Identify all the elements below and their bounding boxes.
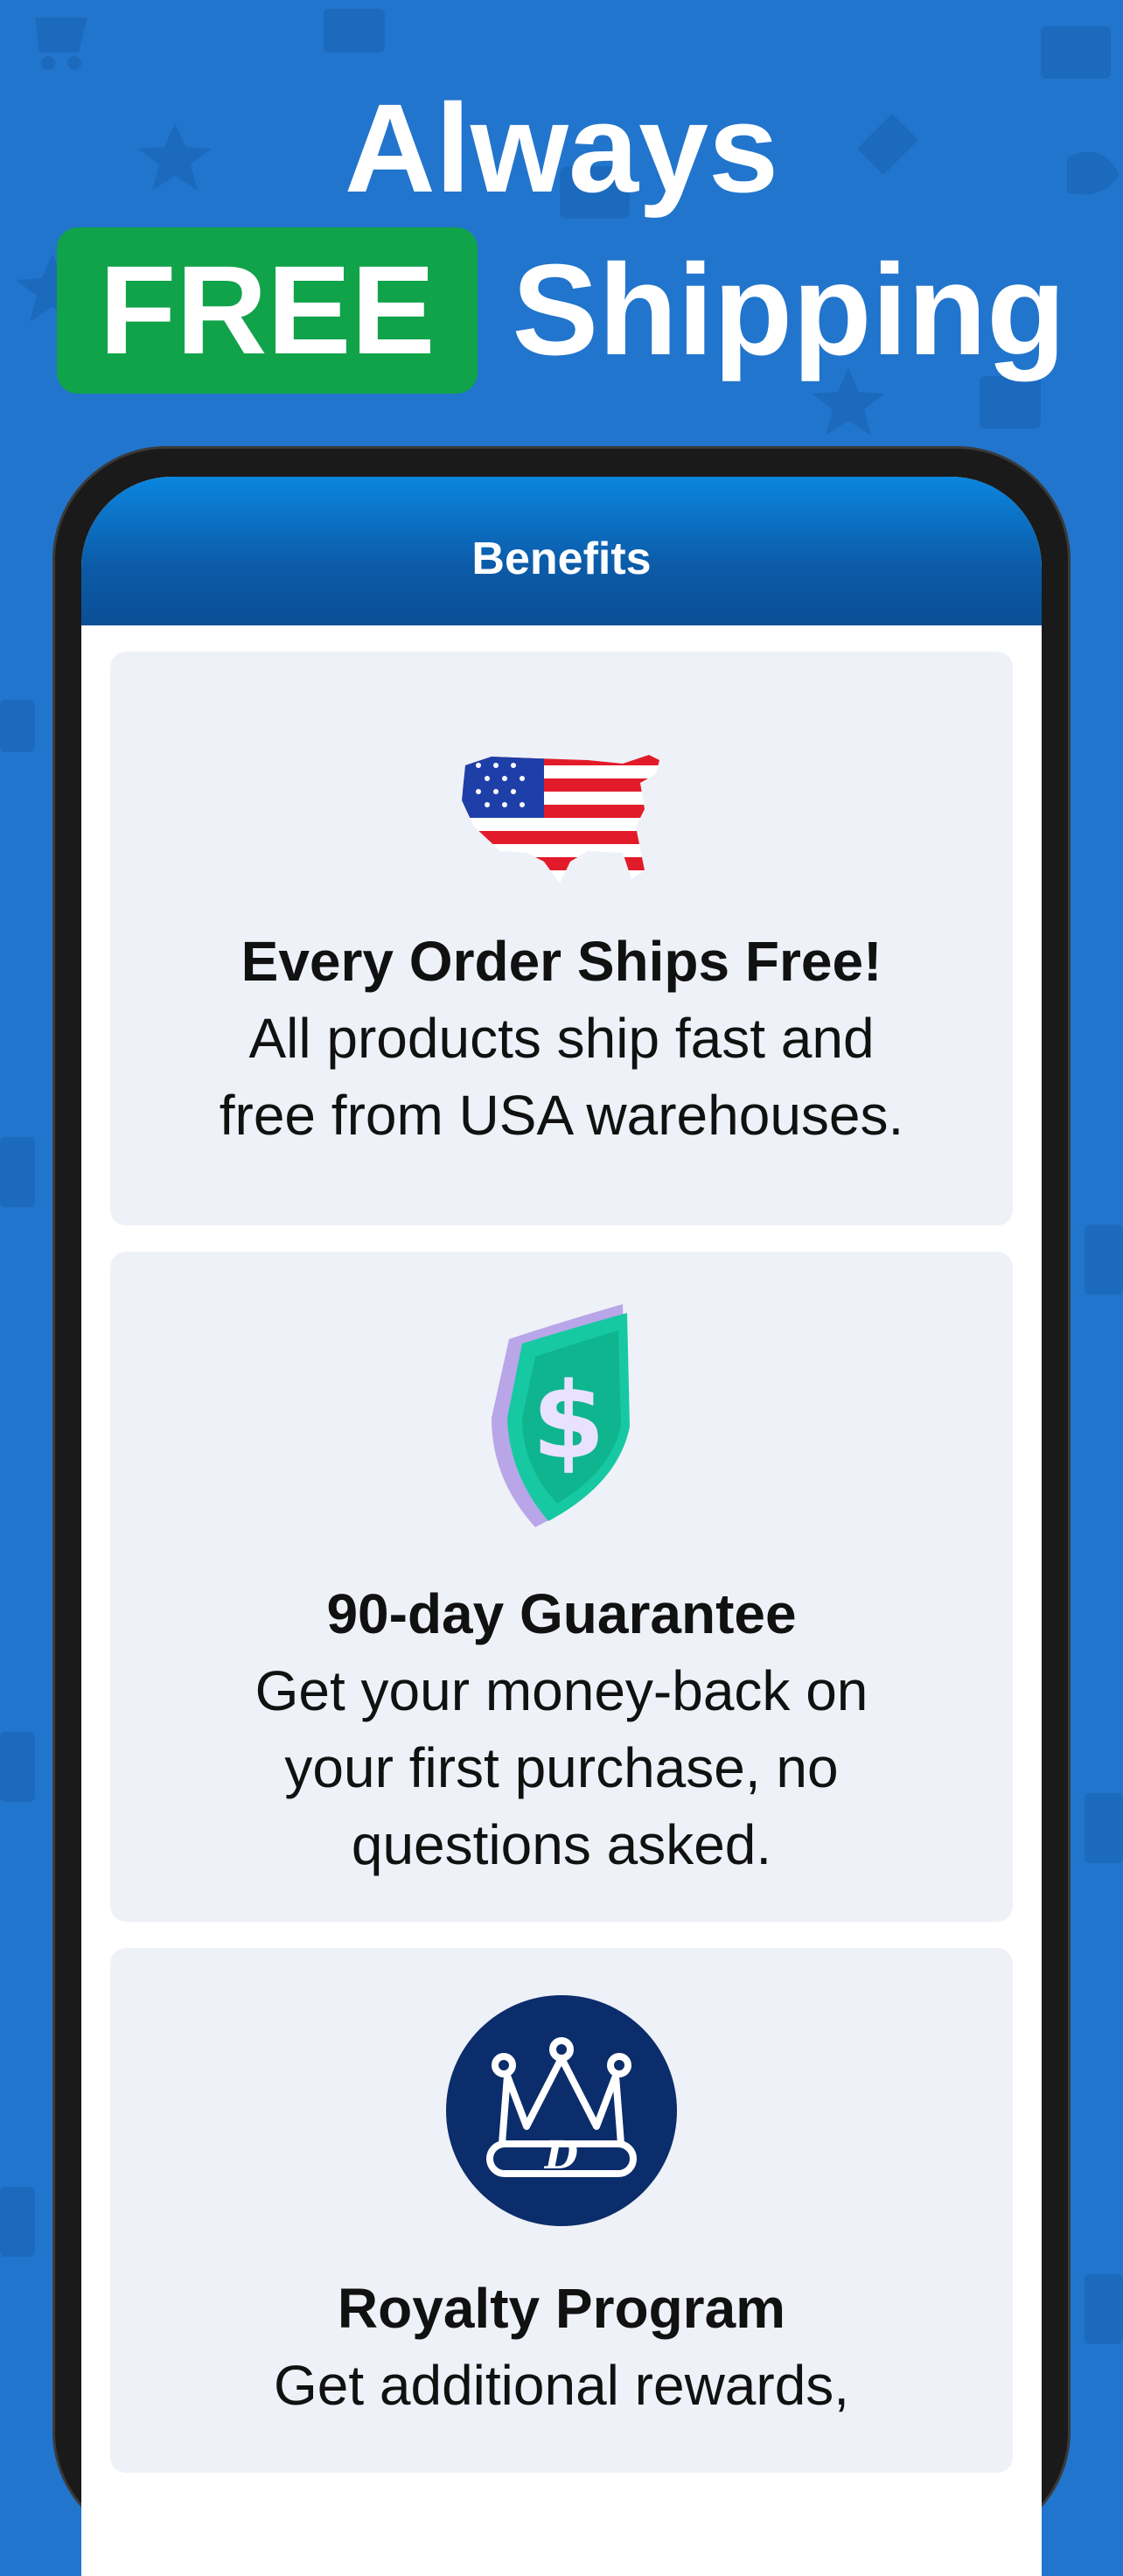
headline: Always FREE Shipping <box>0 79 1123 394</box>
usa-flag-map-icon <box>457 730 666 905</box>
benefit-title: Every Order Ships Free! <box>241 930 882 993</box>
benefit-desc-line: All products ship fast and <box>248 1007 875 1070</box>
benefit-card-royalty: D Royalty Program Get additional rewards… <box>110 1948 1013 2473</box>
benefit-text: Royalty Program Get additional rewards, <box>274 2270 849 2424</box>
benefit-desc-line: questions asked. <box>351 1813 772 1876</box>
screen-header: Benefits <box>81 477 1042 625</box>
dollar-shield-icon: $ <box>474 1295 649 1532</box>
crown-d-icon: D <box>446 1995 677 2226</box>
svg-text:$: $ <box>532 1361 605 1483</box>
benefit-text: Every Order Ships Free! All products shi… <box>220 923 904 1154</box>
benefit-title: Royalty Program <box>337 2277 786 2340</box>
headline-always: Always <box>344 78 779 219</box>
headline-shipping: Shipping <box>512 238 1066 382</box>
benefit-card-free-shipping: Every Order Ships Free! All products shi… <box>110 652 1013 1225</box>
benefit-text: 90-day Guarantee Get your money-back on … <box>255 1575 868 1883</box>
benefit-desc-line: Get additional rewards, <box>273 2354 850 2417</box>
benefit-desc-line: your first purchase, no <box>284 1736 839 1799</box>
phone-screen: Benefits Every Order Ships Free! All pro… <box>81 477 1042 2576</box>
benefit-card-guarantee: $ 90-day Guarantee Get your money-back o… <box>110 1252 1013 1922</box>
svg-text:D: D <box>543 2133 578 2178</box>
free-badge: FREE <box>57 227 478 394</box>
screen-title: Benefits <box>471 534 652 584</box>
benefit-desc-line: free from USA warehouses. <box>219 1084 904 1147</box>
benefit-desc-line: Get your money-back on <box>255 1659 868 1722</box>
benefits-list: Every Order Ships Free! All products shi… <box>81 625 1042 2525</box>
headline-line2: FREE Shipping <box>0 227 1123 394</box>
phone-frame: Benefits Every Order Ships Free! All pro… <box>52 446 1071 2576</box>
benefit-title: 90-day Guarantee <box>326 1582 797 1645</box>
